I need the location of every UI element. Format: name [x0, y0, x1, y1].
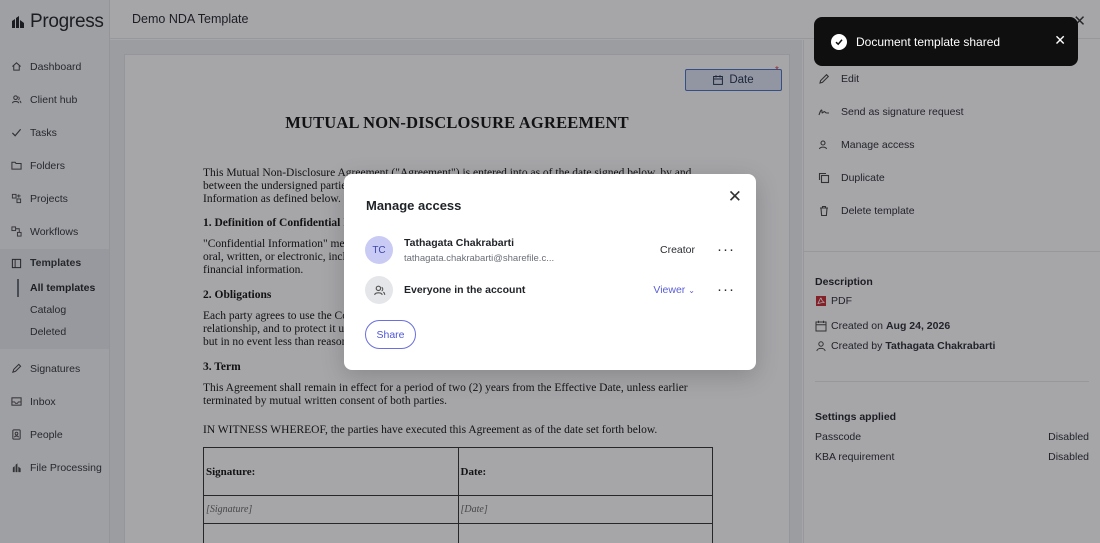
member-name: Tathagata Chakrabarti	[404, 236, 515, 249]
group-icon	[373, 285, 385, 295]
member-row: TC Tathagata Chakrabarti tathagata.chakr…	[365, 235, 735, 265]
manage-access-dialog: Manage access ✕ TC Tathagata Chakrabarti…	[344, 174, 756, 370]
close-dialog-icon[interactable]: ✕	[728, 187, 742, 207]
chevron-down-icon: ⌄	[688, 286, 695, 295]
toast-message: Document template shared	[856, 34, 1001, 49]
group-avatar	[365, 276, 393, 304]
role-dropdown-value: Viewer	[653, 284, 686, 296]
check-circle-icon	[831, 33, 847, 50]
more-options-icon[interactable]: ···	[695, 282, 735, 297]
close-toast-icon[interactable]: ✕	[1054, 32, 1066, 49]
share-button[interactable]: Share	[365, 320, 416, 349]
role-dropdown[interactable]: Viewer ⌄	[635, 284, 695, 296]
more-options-icon[interactable]: ···	[695, 242, 735, 257]
toast-notification: Document template shared ✕	[814, 17, 1078, 66]
member-role: Creator	[659, 244, 695, 256]
avatar: TC	[365, 236, 393, 264]
member-row: Everyone in the account Viewer ⌄ ···	[365, 275, 735, 305]
member-email: tathagata.chakrabarti@sharefile.c...	[404, 252, 555, 264]
member-name: Everyone in the account	[404, 284, 526, 296]
dialog-title: Manage access	[366, 198, 462, 213]
